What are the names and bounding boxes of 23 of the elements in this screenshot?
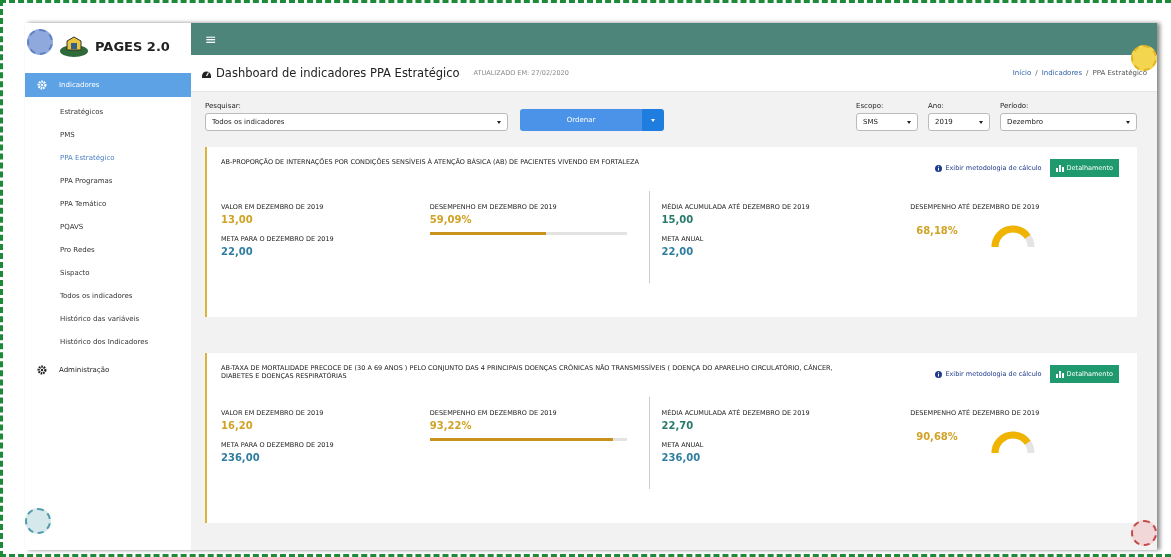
metric-value: 236,00: [221, 452, 261, 463]
metric-value: 90,68%: [916, 430, 958, 442]
metric-value: 15,00: [661, 214, 695, 225]
logo-icon: [59, 34, 89, 58]
bar-chart-icon: [1055, 370, 1064, 378]
metric-value: 68,18%: [916, 224, 958, 236]
gear-icon: [37, 365, 47, 375]
metric-value: 22,00: [221, 246, 254, 257]
metric-value: 93,22%: [429, 420, 473, 431]
info-icon: [935, 370, 943, 378]
metric-value: 13,00: [221, 214, 254, 225]
gear-icon: [37, 80, 47, 90]
app-name: PAGES 2.0: [95, 38, 170, 54]
metric-value: 22,00: [661, 246, 695, 257]
metric-value: 236,00: [661, 452, 702, 463]
page-title: Dashboard de indicadores PPA Estratégico: [216, 66, 460, 80]
metric-value: 16,20: [221, 420, 254, 431]
menu-icon[interactable]: ≡: [205, 31, 217, 47]
metric-value: 22,70: [661, 420, 695, 431]
bar-chart-icon: [1055, 164, 1064, 172]
dropdown-button[interactable]: [642, 109, 664, 131]
info-icon: [935, 164, 943, 172]
metric-value: 59,09%: [429, 214, 473, 225]
